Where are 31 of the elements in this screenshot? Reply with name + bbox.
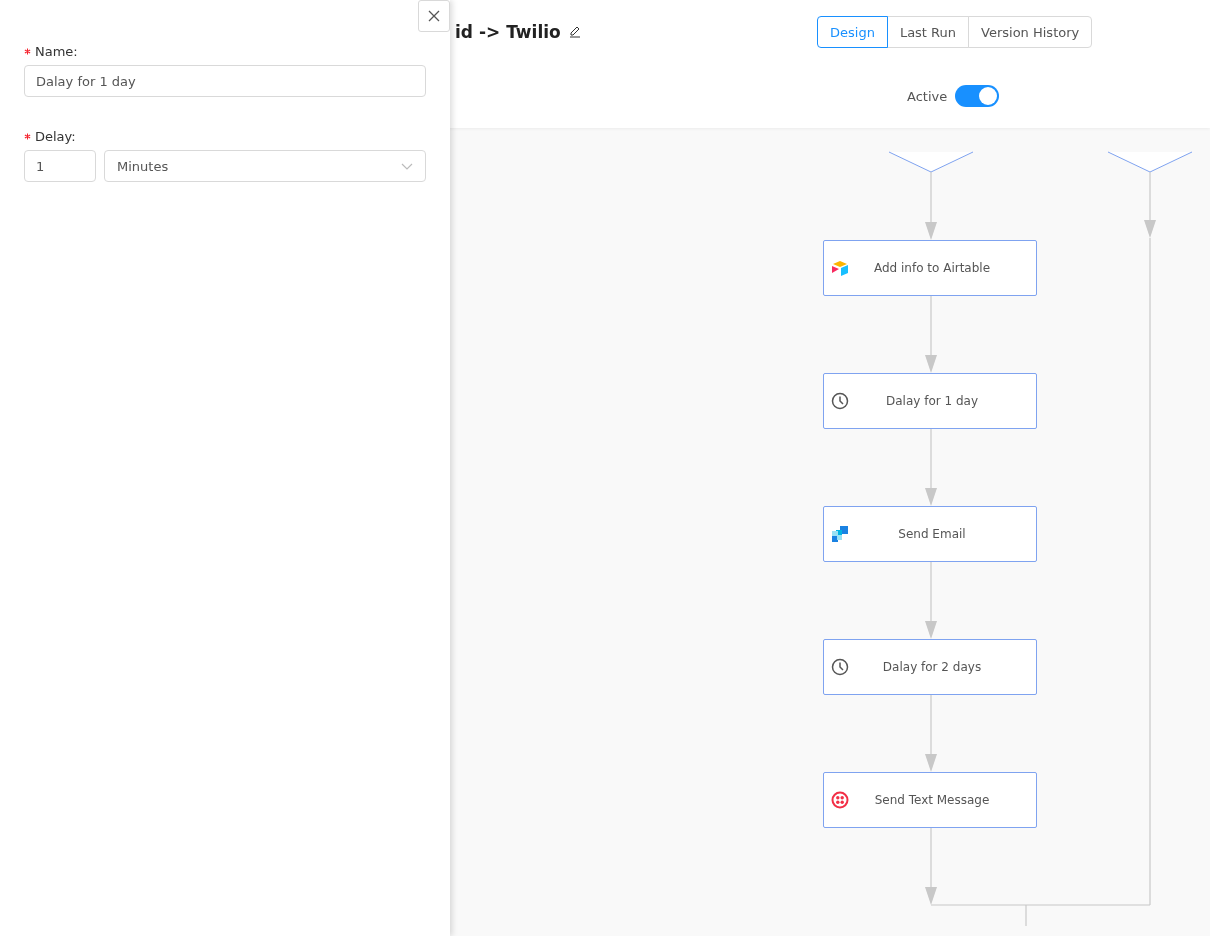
unit-dropdown[interactable]: Minutes [104, 150, 426, 182]
edit-icon[interactable] [568, 26, 581, 38]
active-switch[interactable] [955, 85, 1000, 107]
flow-node[interactable]: Send Email [823, 506, 1037, 562]
cube-icon [831, 259, 849, 277]
clock-icon [831, 658, 849, 676]
connector-arrow [1144, 171, 1156, 238]
workflow-title: id -> Twilio [455, 22, 561, 42]
flow-node[interactable]: Send Text Message [823, 772, 1037, 828]
node-label: Send Email [897, 527, 967, 541]
connector-arrow [925, 171, 937, 240]
field-label: Delay: [35, 129, 76, 144]
name-field[interactable]: Dalay for 1 day [24, 65, 426, 97]
number-field[interactable]: 1 [24, 150, 96, 182]
dotted-circle-icon [831, 791, 849, 809]
flow-node[interactable]: Dalay for 1 day [823, 373, 1037, 429]
flow-node[interactable]: Dalay for 2 days [823, 639, 1037, 695]
node-label: Add info to Airtable [872, 261, 992, 275]
node-label: Dalay for 1 day [884, 394, 979, 408]
flow-node[interactable]: Add info to Airtable [823, 240, 1037, 296]
tab[interactable]: Version History [968, 16, 1093, 48]
node-label: Dalay for 2 days [881, 660, 983, 674]
toggle-label: Active [907, 88, 948, 104]
close-button[interactable] [418, 0, 450, 32]
node-label: Send Text Message [873, 793, 991, 807]
close-icon [428, 10, 440, 22]
field-label: Name: [35, 44, 78, 59]
squares-icon [831, 525, 849, 543]
chevron-down-icon [401, 162, 413, 170]
tab[interactable]: Last Run [886, 16, 970, 48]
clock-icon [831, 392, 849, 410]
